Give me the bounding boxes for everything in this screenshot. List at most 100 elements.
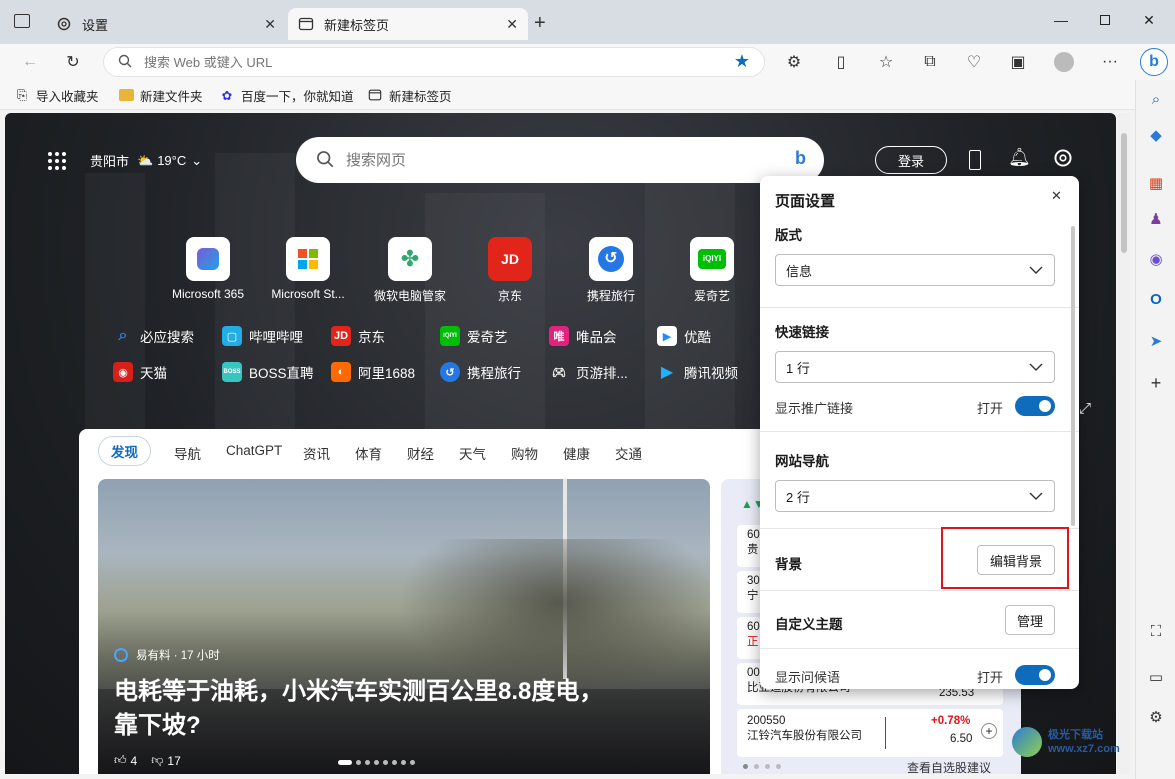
- iqiyi-icon: iQIYI: [690, 237, 734, 281]
- settings-scrollbar[interactable]: [1071, 226, 1075, 526]
- tile-microsoft365[interactable]: Microsoft 365: [163, 237, 253, 301]
- new-tab-button[interactable]: +: [534, 12, 546, 35]
- quicklink-jd[interactable]: JD 京东: [331, 326, 385, 346]
- thumbs-down-icon[interactable]: 👎︎: [151, 753, 163, 768]
- login-button[interactable]: 登录: [875, 146, 947, 174]
- feed-tab[interactable]: 天气: [459, 443, 486, 463]
- sitenav-select[interactable]: 2 行: [775, 480, 1055, 512]
- tile-ctrip[interactable]: ↺ 携程旅行: [566, 237, 656, 304]
- expand-icon[interactable]: ⤢: [1079, 400, 1091, 417]
- page-settings-icon[interactable]: [1052, 147, 1074, 172]
- favorite-star-icon[interactable]: ★: [734, 51, 750, 72]
- feed-tab-active[interactable]: 发现: [98, 436, 151, 466]
- send-icon[interactable]: ➤: [1142, 328, 1170, 354]
- microsoft365-icon[interactable]: ◉: [1142, 246, 1170, 272]
- close-icon[interactable]: ✕: [264, 16, 276, 33]
- feed-tab[interactable]: 体育: [355, 443, 382, 463]
- close-icon[interactable]: ✕: [506, 16, 518, 33]
- search-icon[interactable]: ⌕: [1142, 86, 1170, 112]
- feed-tab[interactable]: ChatGPT: [226, 443, 282, 458]
- collections-icon[interactable]: ⧉: [918, 50, 942, 74]
- phone-icon[interactable]: [969, 150, 981, 170]
- feed-tab[interactable]: 财经: [407, 443, 434, 463]
- copilot-icon[interactable]: b: [1140, 48, 1168, 76]
- avatar[interactable]: [1052, 50, 1076, 74]
- quicklink-vip[interactable]: 唯 唯品会: [549, 326, 617, 346]
- quicklink-tmall[interactable]: ◉ 天猫: [113, 362, 167, 382]
- feed-tab[interactable]: 导航: [174, 443, 201, 463]
- tencent-video-icon: ▶: [660, 364, 674, 381]
- workspaces-icon[interactable]: ▣: [1006, 50, 1030, 74]
- maximize-button[interactable]: [1092, 10, 1118, 30]
- close-window-button[interactable]: ✕: [1136, 10, 1162, 30]
- fav-newtab[interactable]: 新建标签页: [367, 86, 452, 104]
- minimize-button[interactable]: —: [1048, 10, 1074, 30]
- greeting-toggle[interactable]: [1015, 665, 1055, 685]
- promo-toggle[interactable]: [1015, 396, 1055, 416]
- carousel-dots[interactable]: [338, 760, 415, 765]
- tile-microsoft-store[interactable]: Microsoft St...: [263, 237, 353, 301]
- quicklink-iqiyi[interactable]: iQIYI 爱奇艺: [440, 326, 508, 346]
- fav-baidu[interactable]: ✿ 百度一下，你就知道: [219, 86, 354, 104]
- quicklinks-select[interactable]: 1 行: [775, 351, 1055, 383]
- hero-title[interactable]: 电耗等于油耗，小米汽车实测百公里8.8度电， 靠下坡?: [114, 675, 704, 743]
- quicklink-bilibili[interactable]: ▢ 哔哩哔哩: [222, 326, 303, 346]
- weather-widget[interactable]: 贵阳市 ⛅ 19°C ⌄: [90, 151, 202, 170]
- tab-settings[interactable]: 设置 ✕: [46, 8, 286, 40]
- bing-icon[interactable]: b: [795, 148, 806, 169]
- outlook-icon[interactable]: O: [1142, 286, 1170, 312]
- tile-label: 携程旅行: [586, 289, 635, 303]
- feed-tab[interactable]: 购物: [511, 443, 538, 463]
- watermark: 极光下载站 www.xz7.com: [1012, 727, 1168, 757]
- manage-theme-button[interactable]: 管理: [1005, 605, 1055, 635]
- toolbox-icon[interactable]: ▦: [1142, 170, 1170, 196]
- feed-tab[interactable]: 资讯: [303, 443, 330, 463]
- shopping-tag-icon[interactable]: ◆: [1142, 122, 1170, 148]
- quicklink-games[interactable]: 🎮︎ 页游排...: [549, 362, 628, 382]
- hero-article[interactable]: 易有料 · 17 小时 电耗等于油耗，小米汽车实测百公里8.8度电， 靠下坡? …: [98, 479, 710, 774]
- extensions-icon[interactable]: ⚙: [782, 50, 806, 74]
- games-icon[interactable]: ♟: [1142, 206, 1170, 232]
- quicklink-youku[interactable]: ▶ 优酷: [657, 326, 711, 346]
- feed-tab[interactable]: 健康: [563, 443, 590, 463]
- quicklink-boss[interactable]: BOSS BOSS直聘: [222, 362, 314, 382]
- web-search-input[interactable]: [346, 151, 766, 169]
- stocks-footer-link[interactable]: 查看自选股建议: [907, 759, 991, 774]
- favorites-icon[interactable]: ☆: [874, 50, 898, 74]
- add-stock-icon[interactable]: +: [981, 723, 997, 739]
- tile-pc-manager[interactable]: ✤ 微软电脑管家: [365, 237, 455, 304]
- quicklink-bing[interactable]: ⌕ 必应搜索: [113, 326, 194, 346]
- address-input[interactable]: [144, 54, 704, 70]
- quicklink-1688[interactable]: ◐ 阿里1688: [331, 362, 415, 382]
- edge-sidebar: ⌕ ◆ ▦ ♟ ◉ O ➤ + ⛶ ▭ ⚙: [1135, 80, 1175, 779]
- refresh-icon[interactable]: ↻: [61, 50, 85, 74]
- youku-icon: ▶: [657, 326, 677, 346]
- add-icon[interactable]: +: [1142, 370, 1170, 396]
- more-icon[interactable]: ···: [1098, 50, 1122, 74]
- close-icon[interactable]: ✕: [1051, 188, 1062, 204]
- web-search-box[interactable]: b: [296, 137, 824, 183]
- layout-select[interactable]: 信息: [775, 254, 1055, 286]
- tab-new[interactable]: 新建标签页 ✕: [288, 8, 528, 40]
- fav-import[interactable]: ⎘ 导入收藏夹: [14, 86, 99, 104]
- address-bar[interactable]: ★: [103, 47, 765, 77]
- apps-grid-icon[interactable]: [47, 151, 67, 174]
- thumbs-up-icon[interactable]: 👍︎: [114, 753, 127, 768]
- feed-tab[interactable]: 交通: [615, 443, 642, 463]
- bell-icon[interactable]: 🔔︎: [1008, 147, 1031, 168]
- stocks-pager-dots[interactable]: [743, 764, 781, 769]
- sidebar-toggle-icon[interactable]: ▭: [1142, 664, 1170, 690]
- tile-jd[interactable]: JD 京东: [465, 237, 555, 304]
- scrollbar-thumb[interactable]: [1121, 133, 1127, 253]
- browser-essentials-icon[interactable]: ♡: [962, 50, 986, 74]
- tab-actions-icon[interactable]: [14, 14, 30, 28]
- tile-iqiyi[interactable]: iQIYI 爱奇艺: [667, 237, 757, 304]
- page-scrollbar[interactable]: [1118, 113, 1130, 774]
- fav-new-folder[interactable]: 新建文件夹: [118, 86, 203, 104]
- stock-card[interactable]: 200550 江铃汽车股份有限公司 +0.78% 6.50 +: [737, 709, 1003, 757]
- back-icon[interactable]: ←: [18, 50, 42, 74]
- quicklink-tencent-video[interactable]: ▶ 腾讯视频: [657, 362, 738, 382]
- screenshot-icon[interactable]: ⛶: [1142, 618, 1170, 644]
- quicklink-ctrip[interactable]: ↺ 携程旅行: [440, 362, 521, 382]
- split-screen-icon[interactable]: ▯: [829, 50, 853, 74]
